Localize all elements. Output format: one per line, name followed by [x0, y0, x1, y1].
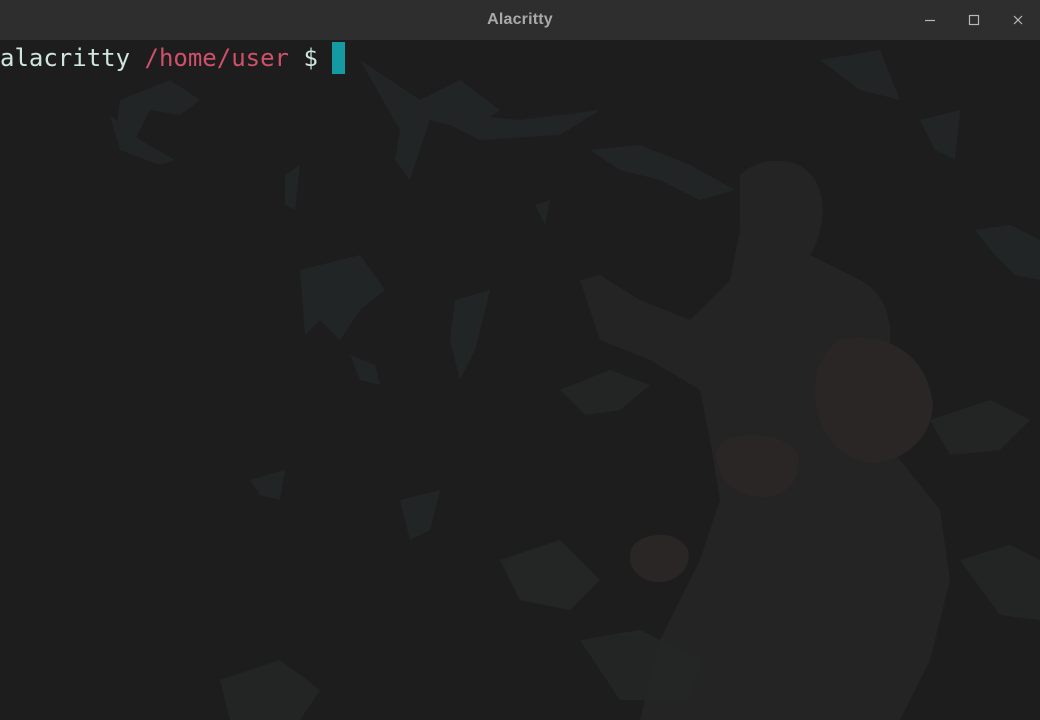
- close-button[interactable]: [996, 0, 1040, 40]
- maximize-icon: [968, 14, 980, 26]
- prompt-host: alacritty: [0, 44, 131, 72]
- terminal-cursor: [332, 42, 346, 74]
- prompt-line[interactable]: alacritty /home/user $: [0, 40, 346, 76]
- prompt-symbol: $: [303, 44, 318, 72]
- title-bar[interactable]: Alacritty: [0, 0, 1040, 40]
- terminal-area[interactable]: alacritty /home/user $: [0, 40, 1040, 720]
- prompt-space-2: [289, 44, 303, 72]
- prompt-path: /home/user: [144, 44, 290, 72]
- window-controls: [908, 0, 1040, 40]
- close-icon: [1012, 14, 1024, 26]
- wallpaper-image: [110, 50, 1040, 720]
- minimize-button[interactable]: [908, 0, 952, 40]
- window-title: Alacritty: [487, 11, 553, 28]
- prompt-space-1: [130, 44, 144, 72]
- minimize-icon: [924, 14, 936, 26]
- maximize-button[interactable]: [952, 0, 996, 40]
- prompt-space-3: [318, 44, 332, 72]
- alacritty-window: Alacritty alacritty /home/user $: [0, 0, 1040, 720]
